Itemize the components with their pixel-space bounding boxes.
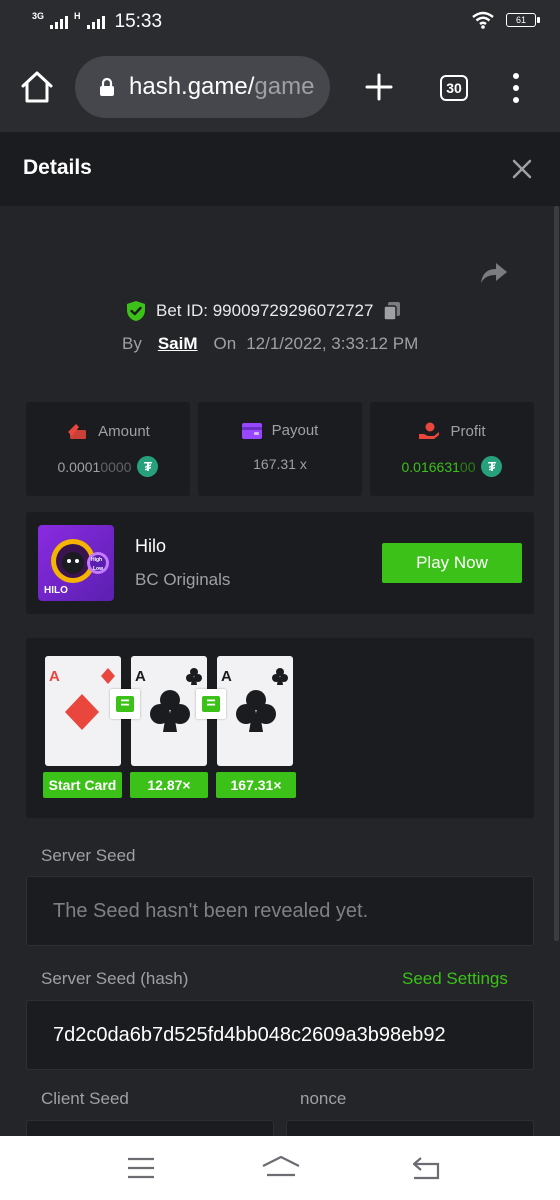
play-now-button[interactable]: Play Now (382, 543, 522, 583)
bet-meta-row: By SaiM On 12/1/2022, 3:33:12 PM (122, 334, 418, 354)
game-card: HILO High Low Hilo BC Originals Play Now (26, 512, 534, 614)
url-text: hash.game/game (129, 73, 314, 101)
profit-value-row: 0.01663100 ₮ (370, 456, 534, 477)
wifi-icon (472, 11, 494, 29)
tether-icon: ₮ (481, 456, 503, 477)
thumb-badge-low: Low (93, 566, 103, 572)
profit-label: Profit (450, 422, 486, 440)
recent-apps-icon[interactable] (127, 1157, 155, 1179)
amount-label: Amount (98, 422, 150, 440)
hilo-logo-icon: HILO High Low (44, 539, 109, 596)
payout-label: Payout (271, 422, 319, 439)
on-label: On (213, 334, 237, 353)
payout-value-row: 167.31 x (198, 456, 362, 472)
client-seed-label: Client Seed (41, 1089, 129, 1108)
equal-icon: = (196, 689, 226, 719)
server-seed-hash-label: Server Seed (hash) (41, 969, 189, 988)
thumb-badge-high: High (91, 557, 102, 563)
browser-toolbar: hash.game/game 30 (0, 44, 560, 132)
bet-id-label: Bet ID: (156, 301, 208, 320)
server-seed-label: Server Seed (41, 846, 136, 865)
details-content[interactable]: Bet ID: 99009729296072727 By SaiM On 12/… (0, 206, 560, 1136)
url-path: game (254, 73, 315, 100)
server-seed-hash-value: 7d2c0da6b7d525fd4bb048c2609a3b98eb92 (53, 1023, 446, 1046)
profit-label-row: Profit (370, 422, 534, 440)
amount-icon (68, 424, 87, 439)
tether-icon: ₮ (137, 456, 159, 477)
home-icon[interactable] (20, 70, 54, 104)
page-title: Details (23, 156, 92, 179)
equal-symbol: = (202, 696, 220, 712)
game-provider: BC Originals (135, 570, 231, 589)
amount-value-main: 0.0001 (57, 458, 101, 475)
network-type-2: H (74, 11, 81, 21)
equal-symbol: = (116, 696, 134, 712)
by-label: By (122, 334, 142, 353)
share-icon[interactable] (480, 261, 508, 285)
url-domain: hash.game/ (129, 73, 255, 100)
wallet-icon (241, 422, 262, 439)
status-left: 3G H 15:33 (32, 11, 162, 33)
user-link[interactable]: SaiM (158, 334, 198, 354)
hilo-game-thumbnail[interactable]: HILO High Low (38, 525, 114, 601)
club-icon (236, 668, 288, 732)
signal-icon (50, 15, 69, 29)
clock: 15:33 (114, 11, 163, 32)
back-icon[interactable] (411, 1156, 441, 1180)
signal-icon-2 (86, 15, 105, 29)
profit-value: 0.01663100 (402, 459, 476, 475)
nonce-label: nonce (300, 1089, 347, 1108)
tab-switcher-button[interactable]: 30 (440, 75, 468, 101)
seed-settings-link[interactable]: Seed Settings (402, 969, 508, 989)
payout-value: 167.31 x (253, 456, 307, 472)
profit-value-faded: 00 (459, 458, 476, 475)
thumb-label: HILO (44, 585, 68, 596)
bet-date: 12/1/2022, 3:33:12 PM (246, 334, 419, 353)
amount-value-row: 0.00010000 ₮ (26, 456, 190, 477)
profit-hand-icon (419, 422, 440, 439)
multiplier-badge: 12.87× (130, 772, 208, 798)
cards-panel: A A A = = Start Card 12.87× 167.31× (26, 638, 534, 818)
status-bar: 3G H 15:33 61 (0, 0, 560, 44)
amount-value: 0.00010000 (58, 459, 132, 475)
playing-card-3: A (217, 656, 293, 766)
multiplier-badge: 167.31× (216, 772, 296, 798)
close-icon[interactable] (511, 158, 533, 180)
copy-icon[interactable] (383, 301, 401, 321)
verified-shield-icon (127, 301, 145, 321)
amount-value-faded: 0000 (100, 458, 132, 475)
nonce-field[interactable] (286, 1120, 534, 1136)
scrollbar[interactable] (554, 206, 559, 941)
server-seed-field[interactable]: The Seed hasn't been revealed yet. (26, 876, 534, 946)
new-tab-icon[interactable] (364, 72, 394, 102)
amount-label-row: Amount (26, 422, 190, 440)
payout-card: Payout 167.31 x (198, 402, 362, 496)
amount-card: Amount 0.00010000 ₮ (26, 402, 190, 496)
server-seed-hash-field[interactable]: 7d2c0da6b7d525fd4bb048c2609a3b98eb92 (26, 1000, 534, 1070)
more-menu-icon[interactable] (511, 73, 521, 103)
details-header: Details (0, 132, 560, 206)
game-name: Hilo (135, 536, 167, 556)
network-type-1: 3G (32, 11, 45, 21)
server-seed-placeholder: The Seed hasn't been revealed yet. (53, 899, 369, 922)
bet-id-row: Bet ID: 99009729296072727 (126, 300, 401, 322)
home-nav-icon[interactable] (261, 1155, 301, 1179)
address-bar[interactable]: hash.game/game (75, 56, 330, 118)
battery-icon: 61 (506, 13, 540, 27)
equal-icon: = (110, 689, 140, 719)
start-card-badge: Start Card (43, 772, 122, 798)
profit-card: Profit 0.01663100 ₮ (370, 402, 534, 496)
bet-id-text: Bet ID: 99009729296072727 (156, 301, 373, 321)
bet-id-value: 99009729296072727 (212, 301, 374, 320)
status-right: 61 (472, 11, 540, 29)
client-seed-field[interactable] (26, 1120, 274, 1136)
lock-icon (100, 77, 114, 96)
profit-value-main: 0.016631 (401, 458, 460, 475)
system-nav-bar (0, 1136, 560, 1200)
payout-label-row: Payout (198, 422, 362, 439)
